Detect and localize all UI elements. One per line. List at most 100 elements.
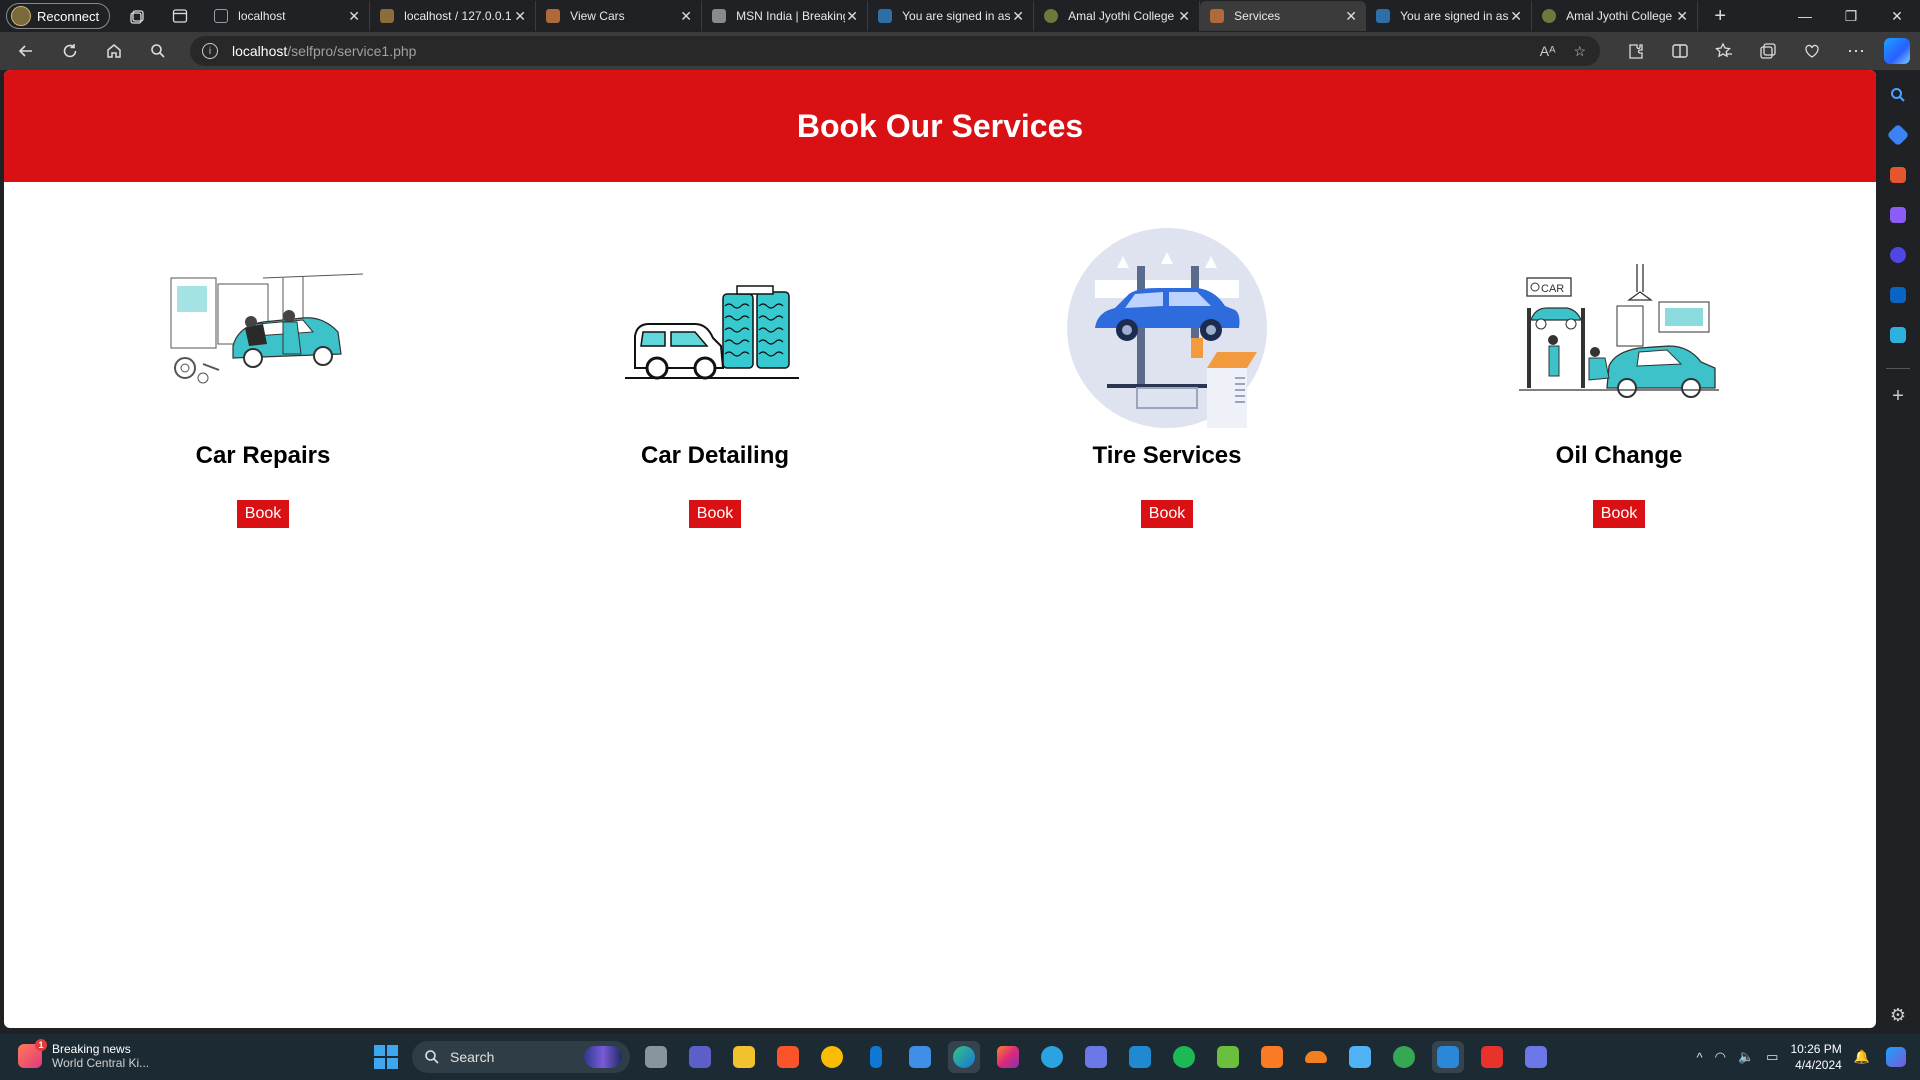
- reconnect-label: Reconnect: [37, 8, 100, 24]
- site-info-icon[interactable]: i: [202, 43, 218, 59]
- tab-signed-in-1[interactable]: You are signed in as ✕: [868, 1, 1035, 31]
- teams-icon[interactable]: [684, 1041, 716, 1073]
- news-title: Breaking news: [52, 1042, 131, 1056]
- news-badge: 1: [35, 1039, 47, 1051]
- read-aloud-icon[interactable]: Aᴬ: [1540, 43, 1556, 60]
- workspaces-icon[interactable]: [124, 2, 152, 30]
- tab-services[interactable]: Services ✕: [1200, 1, 1367, 31]
- close-tab-icon[interactable]: ✕: [1509, 8, 1523, 25]
- outlook-icon[interactable]: [1885, 282, 1911, 308]
- vscode-icon[interactable]: [1124, 1041, 1156, 1073]
- sidebar-search-icon[interactable]: [1885, 82, 1911, 108]
- book-car-repairs-button[interactable]: Book: [236, 500, 290, 528]
- clock-time: 10:26 PM: [1790, 1042, 1842, 1056]
- send-icon[interactable]: [1885, 322, 1911, 348]
- spotify-icon[interactable]: [1168, 1041, 1200, 1073]
- tab-title: MSN India | Breaking: [736, 9, 846, 23]
- close-tab-icon[interactable]: ✕: [1177, 8, 1191, 25]
- pycharm-icon[interactable]: [1080, 1041, 1112, 1073]
- favorites-icon[interactable]: [1702, 35, 1746, 67]
- collections-icon[interactable]: [1746, 35, 1790, 67]
- close-tab-icon[interactable]: ✕: [1675, 8, 1689, 25]
- phpmyadmin-favicon-icon: [380, 9, 395, 23]
- show-hidden-icons-icon[interactable]: ^: [1697, 1050, 1703, 1065]
- cloud-icon[interactable]: [1300, 1041, 1332, 1073]
- copilot-taskbar-icon[interactable]: [1882, 1043, 1910, 1071]
- tab-localhost[interactable]: localhost ✕: [204, 1, 371, 31]
- browser-essentials-icon[interactable]: [1790, 35, 1834, 67]
- xampp-icon[interactable]: [1256, 1041, 1288, 1073]
- p-app-icon[interactable]: [1520, 1041, 1552, 1073]
- close-tab-icon[interactable]: ✕: [513, 8, 527, 25]
- notifications-bell-icon[interactable]: 🔔: [1854, 1049, 1870, 1065]
- more-options-icon[interactable]: ⋯: [1834, 35, 1878, 67]
- paint-icon[interactable]: [1432, 1041, 1464, 1073]
- reconnect-button[interactable]: Reconnect: [6, 3, 111, 29]
- restore-icon[interactable]: ❐: [1828, 0, 1874, 32]
- start-icon[interactable]: [374, 1045, 398, 1069]
- new-tab-button[interactable]: +: [1704, 2, 1736, 30]
- close-tab-icon[interactable]: ✕: [845, 8, 859, 25]
- close-tab-icon[interactable]: ✕: [1011, 8, 1025, 25]
- news-widget[interactable]: 1 Breaking news World Central Ki...: [18, 1039, 149, 1070]
- site-favicon-icon: [546, 9, 561, 23]
- address-bar[interactable]: i localhost/selfpro/service1.php Aᴬ ☆: [190, 36, 1600, 66]
- chrome-icon[interactable]: [816, 1041, 848, 1073]
- close-tab-icon[interactable]: ✕: [679, 8, 693, 25]
- battery-icon[interactable]: ▭: [1766, 1049, 1778, 1065]
- bing-icon[interactable]: [860, 1041, 892, 1073]
- utorrent-icon[interactable]: [1212, 1041, 1244, 1073]
- search-icon[interactable]: [140, 35, 176, 67]
- games-icon[interactable]: [1885, 202, 1911, 228]
- sidebar-settings-icon[interactable]: ⚙: [1890, 1005, 1906, 1026]
- home-icon[interactable]: [96, 35, 132, 67]
- chrome-profile-icon[interactable]: [1388, 1041, 1420, 1073]
- refresh-icon[interactable]: [52, 35, 88, 67]
- volume-icon[interactable]: 🔈: [1738, 1049, 1754, 1065]
- service-card-tire-services: Tire Services Book: [941, 228, 1393, 528]
- edge-icon[interactable]: [948, 1041, 980, 1073]
- favorite-star-icon[interactable]: ☆: [1573, 43, 1586, 60]
- add-sidebar-app-icon[interactable]: +: [1885, 383, 1911, 409]
- minimize-icon[interactable]: —: [1782, 0, 1828, 32]
- wifi-icon[interactable]: ◠: [1715, 1049, 1726, 1065]
- task-view-icon[interactable]: [640, 1041, 672, 1073]
- microsoft-365-icon[interactable]: [1885, 242, 1911, 268]
- tire-services-illustration: [1067, 228, 1267, 428]
- file-explorer-icon[interactable]: [728, 1041, 760, 1073]
- tab-signed-in-2[interactable]: You are signed in as ✕: [1366, 1, 1533, 31]
- instagram-icon[interactable]: [992, 1041, 1024, 1073]
- taskbar-search[interactable]: Search: [412, 1041, 630, 1073]
- wps-office-icon[interactable]: [1476, 1041, 1508, 1073]
- extensions-icon[interactable]: [1614, 35, 1658, 67]
- tab-title: Services: [1234, 9, 1281, 23]
- close-tab-icon[interactable]: ✕: [347, 8, 361, 25]
- microsoft-store-icon[interactable]: [904, 1041, 936, 1073]
- book-tire-services-button[interactable]: Book: [1140, 500, 1194, 528]
- site-favicon-icon: [1210, 9, 1225, 23]
- vertical-tabs-icon[interactable]: [166, 2, 194, 30]
- back-icon[interactable]: [8, 35, 44, 67]
- notepad-icon[interactable]: [1344, 1041, 1376, 1073]
- copilot-icon[interactable]: [1884, 38, 1910, 64]
- service-name: Oil Change: [1555, 442, 1683, 469]
- brave-icon[interactable]: [772, 1041, 804, 1073]
- s-favicon-icon: [1376, 9, 1391, 23]
- service-name: Car Repairs: [195, 442, 331, 469]
- tab-view-cars[interactable]: View Cars ✕: [536, 1, 703, 31]
- close-window-icon[interactable]: ✕: [1874, 0, 1920, 32]
- tab-strip: Reconnect localhost ✕ localhost / 127.0.…: [0, 0, 1920, 32]
- tools-icon[interactable]: [1885, 162, 1911, 188]
- split-screen-icon[interactable]: [1658, 35, 1702, 67]
- tab-phpmyadmin[interactable]: localhost / 127.0.0.1 ✕: [370, 1, 537, 31]
- tab-msn[interactable]: MSN India | Breaking ✕: [702, 1, 869, 31]
- tab-amal-jyothi-2[interactable]: Amal Jyothi College ✕: [1532, 1, 1699, 31]
- clock[interactable]: 10:26 PM 4/4/2024: [1790, 1041, 1841, 1073]
- close-tab-icon[interactable]: ✕: [1344, 8, 1358, 25]
- telegram-icon[interactable]: [1036, 1041, 1068, 1073]
- tab-amal-jyothi-1[interactable]: Amal Jyothi College ✕: [1034, 1, 1201, 31]
- book-oil-change-button[interactable]: Book: [1592, 500, 1646, 528]
- windows-taskbar: 1 Breaking news World Central Ki... Sear…: [0, 1034, 1920, 1080]
- book-car-detailing-button[interactable]: Book: [688, 500, 742, 528]
- shopping-tag-icon[interactable]: [1885, 122, 1911, 148]
